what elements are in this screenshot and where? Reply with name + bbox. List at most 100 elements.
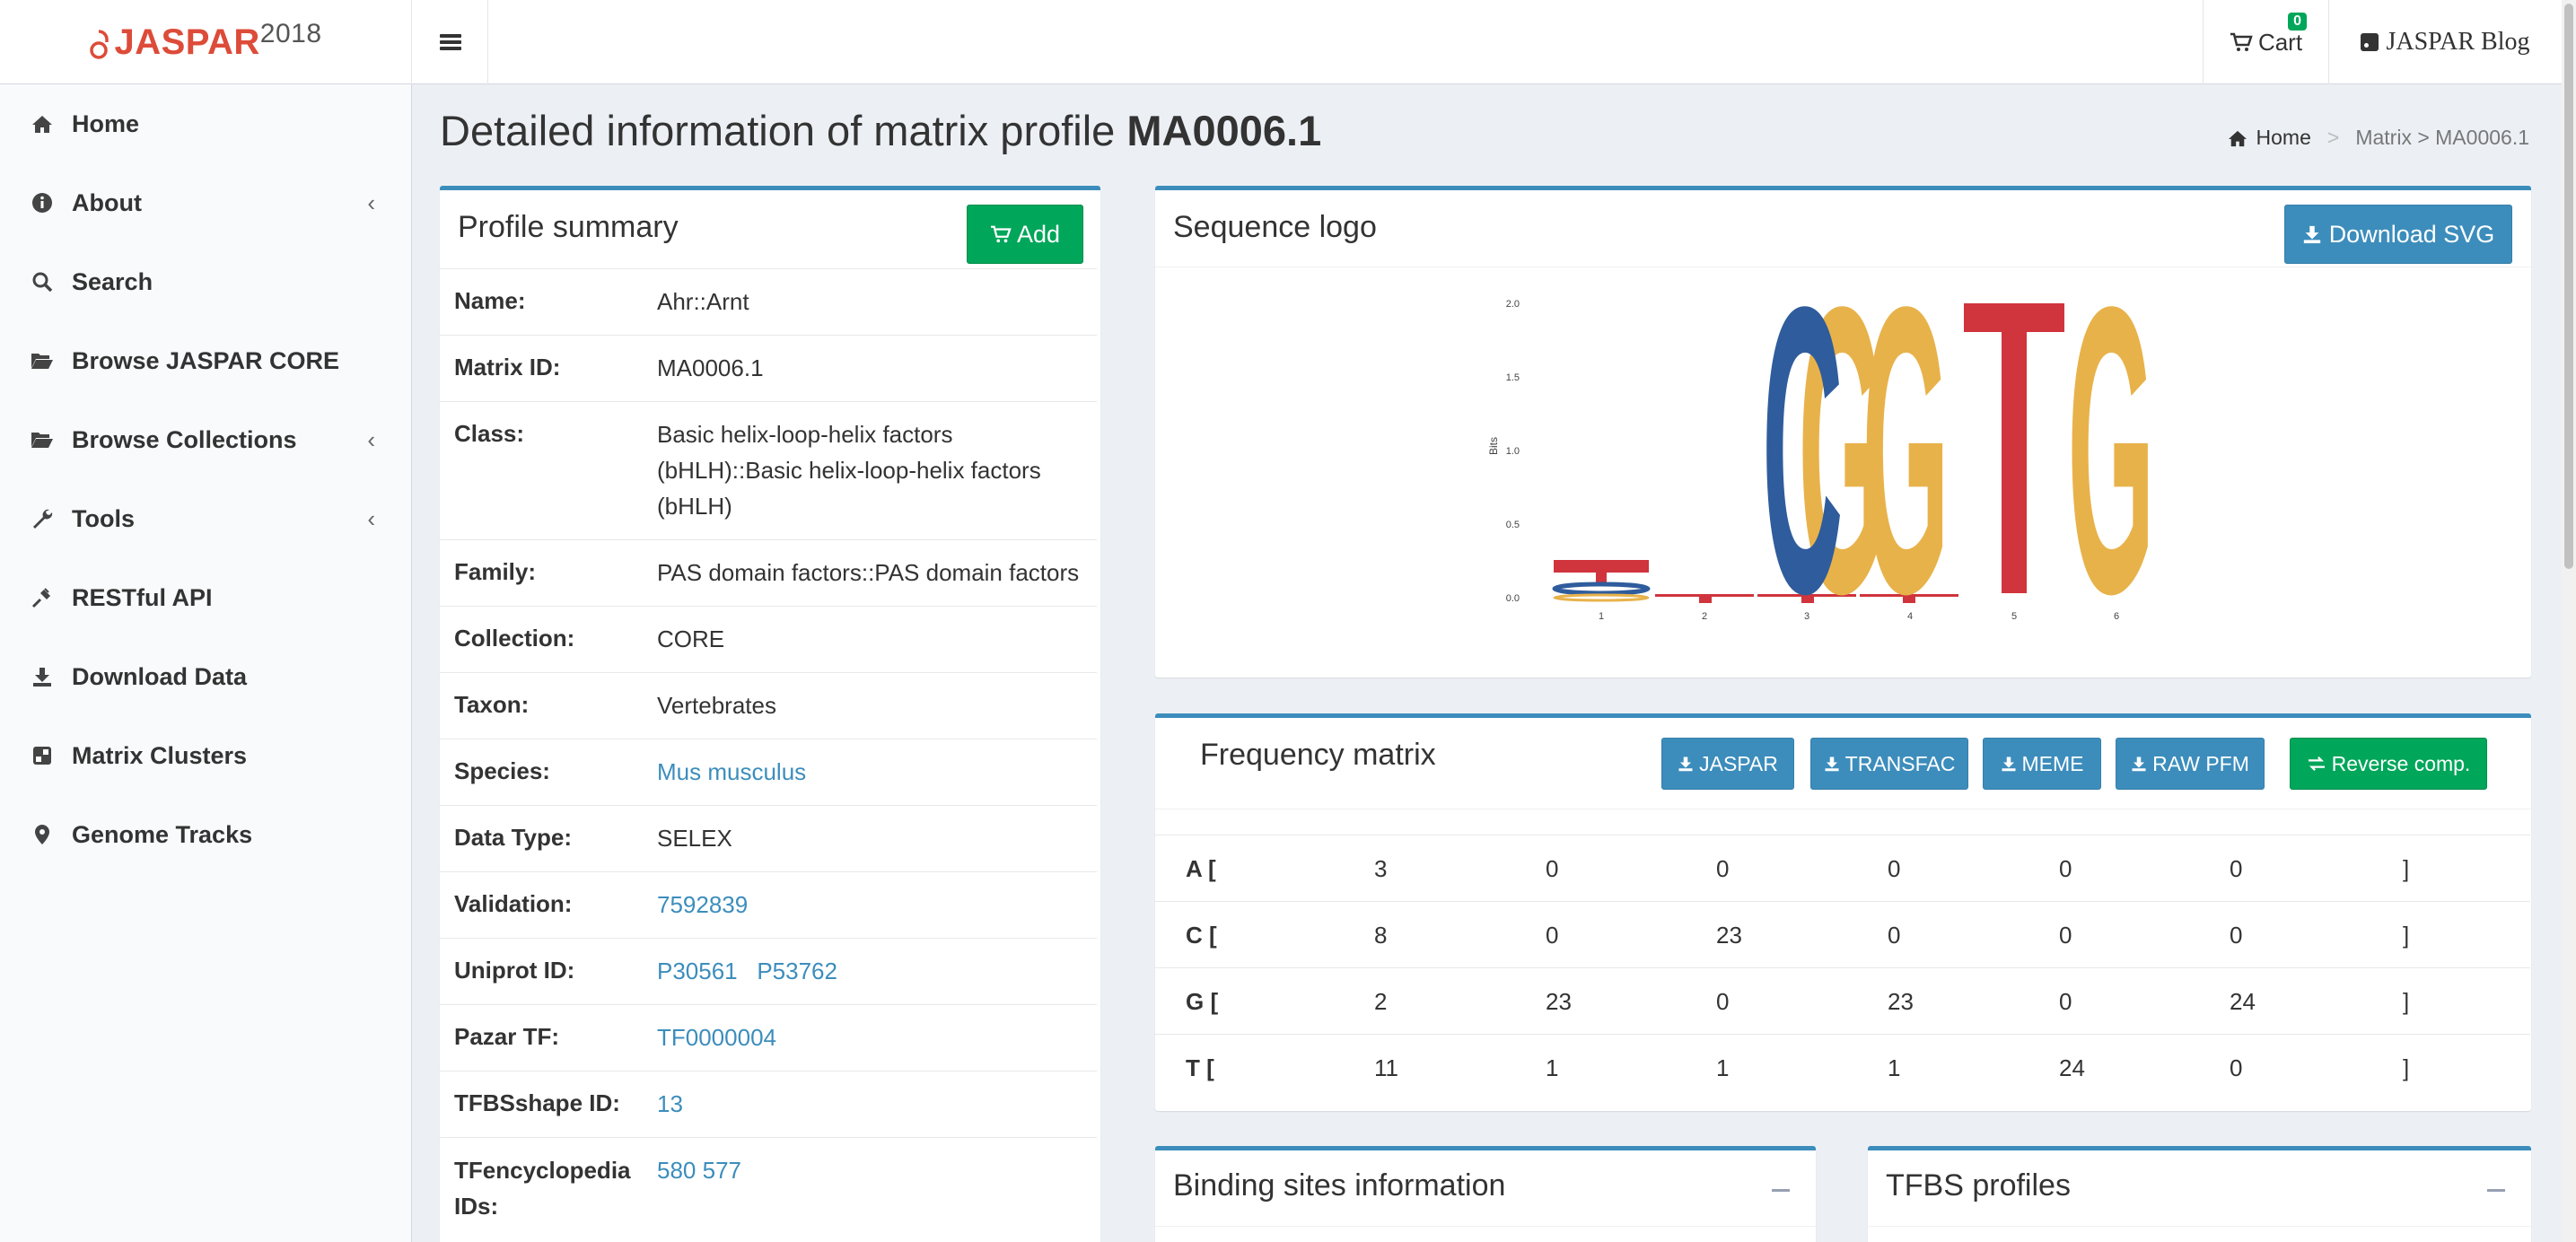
logo-minor-bar	[1699, 594, 1712, 603]
validation-link[interactable]: 7592839	[657, 887, 1088, 923]
binding-sites-title: Binding sites information	[1173, 1168, 1506, 1203]
summary-key: Collection:	[454, 625, 575, 652]
matrix-cell: 0	[1888, 922, 1901, 949]
sidebar-item-matrix-clusters[interactable]: Matrix Clusters	[0, 716, 411, 795]
matrix-row-c: C [ 8 0 23 0 0 0 ]	[1155, 901, 2530, 967]
hamburger-icon	[439, 31, 461, 53]
y-axis-label: Bits	[1487, 437, 1500, 455]
reverse-complement-button[interactable]: Reverse comp.	[2290, 738, 2487, 790]
x-tick-label: 2	[1702, 611, 1707, 622]
download-svg-label: Download SVG	[2328, 220, 2495, 248]
matrix-row-label: C [	[1186, 922, 1217, 949]
sidebar-item-genome-tracks[interactable]: Genome Tracks	[0, 795, 411, 874]
matrix-cell: 1	[1546, 1054, 1559, 1081]
sidebar-toggle-button[interactable]	[413, 0, 488, 84]
frequency-matrix-box: Frequency matrix JASPAR TRANSFAC MEME RA…	[1155, 713, 2531, 1111]
summary-key: Pazar TF:	[454, 1023, 560, 1050]
cart-button[interactable]: Cart 0	[2203, 0, 2328, 84]
tfencyclopedia-link[interactable]: 580 577	[657, 1152, 1088, 1188]
sidebar-item-browse-core[interactable]: Browse JASPAR CORE	[0, 321, 411, 400]
breadcrumb-home-link[interactable]: Home	[2228, 126, 2311, 150]
sidebar-item-label: Tools	[72, 504, 135, 532]
summary-key: Matrix ID:	[454, 354, 561, 380]
matrix-cell: 0	[1546, 855, 1559, 882]
sidebar-item-download-data[interactable]: Download Data	[0, 637, 411, 716]
page-title-matrix-id: MA0006.1	[1126, 107, 1322, 154]
download-icon	[2132, 757, 2146, 772]
summary-value: Ahr::Arnt	[657, 288, 749, 315]
y-tick-label: 0.5	[1506, 520, 1520, 530]
jaspar-logo[interactable]: JASPAR 2018	[0, 0, 412, 84]
jaspar-blog-link[interactable]: JASPAR Blog	[2328, 0, 2562, 84]
logo-year: 2018	[259, 18, 322, 48]
summary-key: Family:	[454, 558, 537, 585]
download-icon	[1678, 757, 1693, 772]
matrix-cell: 24	[2230, 988, 2256, 1015]
y-tick-label: 1.0	[1506, 446, 1520, 457]
pazar-link[interactable]: TF0000004	[657, 1019, 1088, 1055]
matrix-row-g: G [ 2 23 0 23 0 24 ]	[1155, 967, 2530, 1034]
sequence-logo-box: Sequence logo Download SVG Bits 2.0 1.5 …	[1155, 186, 2531, 678]
folder-open-icon	[31, 428, 54, 451]
breadcrumb-home-label: Home	[2256, 126, 2311, 149]
info-icon	[31, 191, 54, 214]
collapse-button[interactable]	[1767, 1177, 1794, 1204]
add-to-cart-button[interactable]: Add	[967, 205, 1083, 264]
matrix-cell: 0	[2230, 922, 2243, 949]
breadcrumb-separator: >	[2326, 126, 2340, 149]
sidebar-item-label: RESTful API	[72, 583, 213, 611]
sidebar: Home About ‹ Search Browse JASPAR CORE B…	[0, 84, 412, 1242]
matrix-cell: 0	[2059, 988, 2072, 1015]
matrix-cell: 0	[1546, 922, 1559, 949]
summary-row-matrix-id: Matrix ID: MA0006.1	[440, 335, 1097, 401]
matrix-cell: 1	[1888, 1054, 1901, 1081]
sidebar-item-search[interactable]: Search	[0, 242, 411, 321]
download-icon	[1825, 757, 1839, 772]
uniprot-links[interactable]: P30561 P53762	[657, 953, 1088, 989]
summary-value: CORE	[657, 625, 725, 652]
page-scrollbar[interactable]	[2562, 0, 2576, 1242]
logo-icon	[90, 30, 110, 59]
summary-key: TFBSshape ID:	[454, 1089, 620, 1116]
logo-letter-g: G	[1862, 267, 1950, 678]
download-jaspar-button[interactable]: JASPAR	[1661, 738, 1794, 790]
blog-label: JASPAR Blog	[2386, 28, 2530, 56]
matrix-cell: 0	[1888, 855, 1901, 882]
matrix-cell: 0	[1716, 855, 1730, 882]
collapse-button[interactable]	[2483, 1177, 2510, 1204]
summary-value: Vertebrates	[657, 692, 776, 719]
matrix-cell: 0	[2059, 855, 2072, 882]
sidebar-item-restful-api[interactable]: RESTful API	[0, 558, 411, 637]
matrix-row-end: ]	[2403, 922, 2410, 949]
add-button-label: Add	[1016, 220, 1061, 248]
sidebar-item-tools[interactable]: Tools ‹	[0, 479, 411, 558]
summary-key: Class:	[454, 420, 525, 447]
download-raw-pfm-button[interactable]: RAW PFM	[2116, 738, 2265, 790]
matrix-cell: 23	[1888, 988, 1914, 1015]
map-marker-icon	[31, 823, 54, 846]
species-link[interactable]: Mus musculus	[657, 754, 1088, 790]
x-tick-label: 4	[1907, 611, 1913, 622]
tfbsshape-link[interactable]: 13	[657, 1086, 1088, 1122]
download-icon	[2303, 225, 2320, 244]
download-meme-button[interactable]: MEME	[1983, 738, 2101, 790]
summary-value: PAS domain factors::PAS domain factors	[657, 559, 1080, 586]
frequency-matrix-title: Frequency matrix	[1200, 738, 1436, 772]
sidebar-item-label: Genome Tracks	[72, 820, 253, 848]
download-svg-button[interactable]: Download SVG	[2284, 205, 2512, 264]
summary-row-pazar: Pazar TF: TF0000004	[440, 1004, 1097, 1071]
tfbs-profiles-title: TFBS profiles	[1886, 1168, 2071, 1203]
sidebar-item-home[interactable]: Home	[0, 84, 411, 163]
chevron-left-icon: ‹	[367, 425, 375, 453]
breadcrumb-current: Matrix > MA0006.1	[2355, 126, 2529, 149]
scrollbar-thumb[interactable]	[2564, 4, 2573, 569]
summary-row-family: Family: PAS domain factors::PAS domain f…	[440, 539, 1097, 606]
download-transfac-button[interactable]: TRANSFAC	[1810, 738, 1968, 790]
chevron-left-icon: ‹	[367, 188, 375, 216]
matrix-row-end: ]	[2403, 1054, 2410, 1081]
matrix-cell: 23	[1716, 922, 1742, 949]
logo-letter-g: G	[2067, 267, 2154, 678]
matrix-row-a: A [ 3 0 0 0 0 0 ]	[1155, 835, 2530, 901]
sidebar-item-about[interactable]: About ‹	[0, 163, 411, 242]
sidebar-item-browse-collections[interactable]: Browse Collections ‹	[0, 400, 411, 479]
